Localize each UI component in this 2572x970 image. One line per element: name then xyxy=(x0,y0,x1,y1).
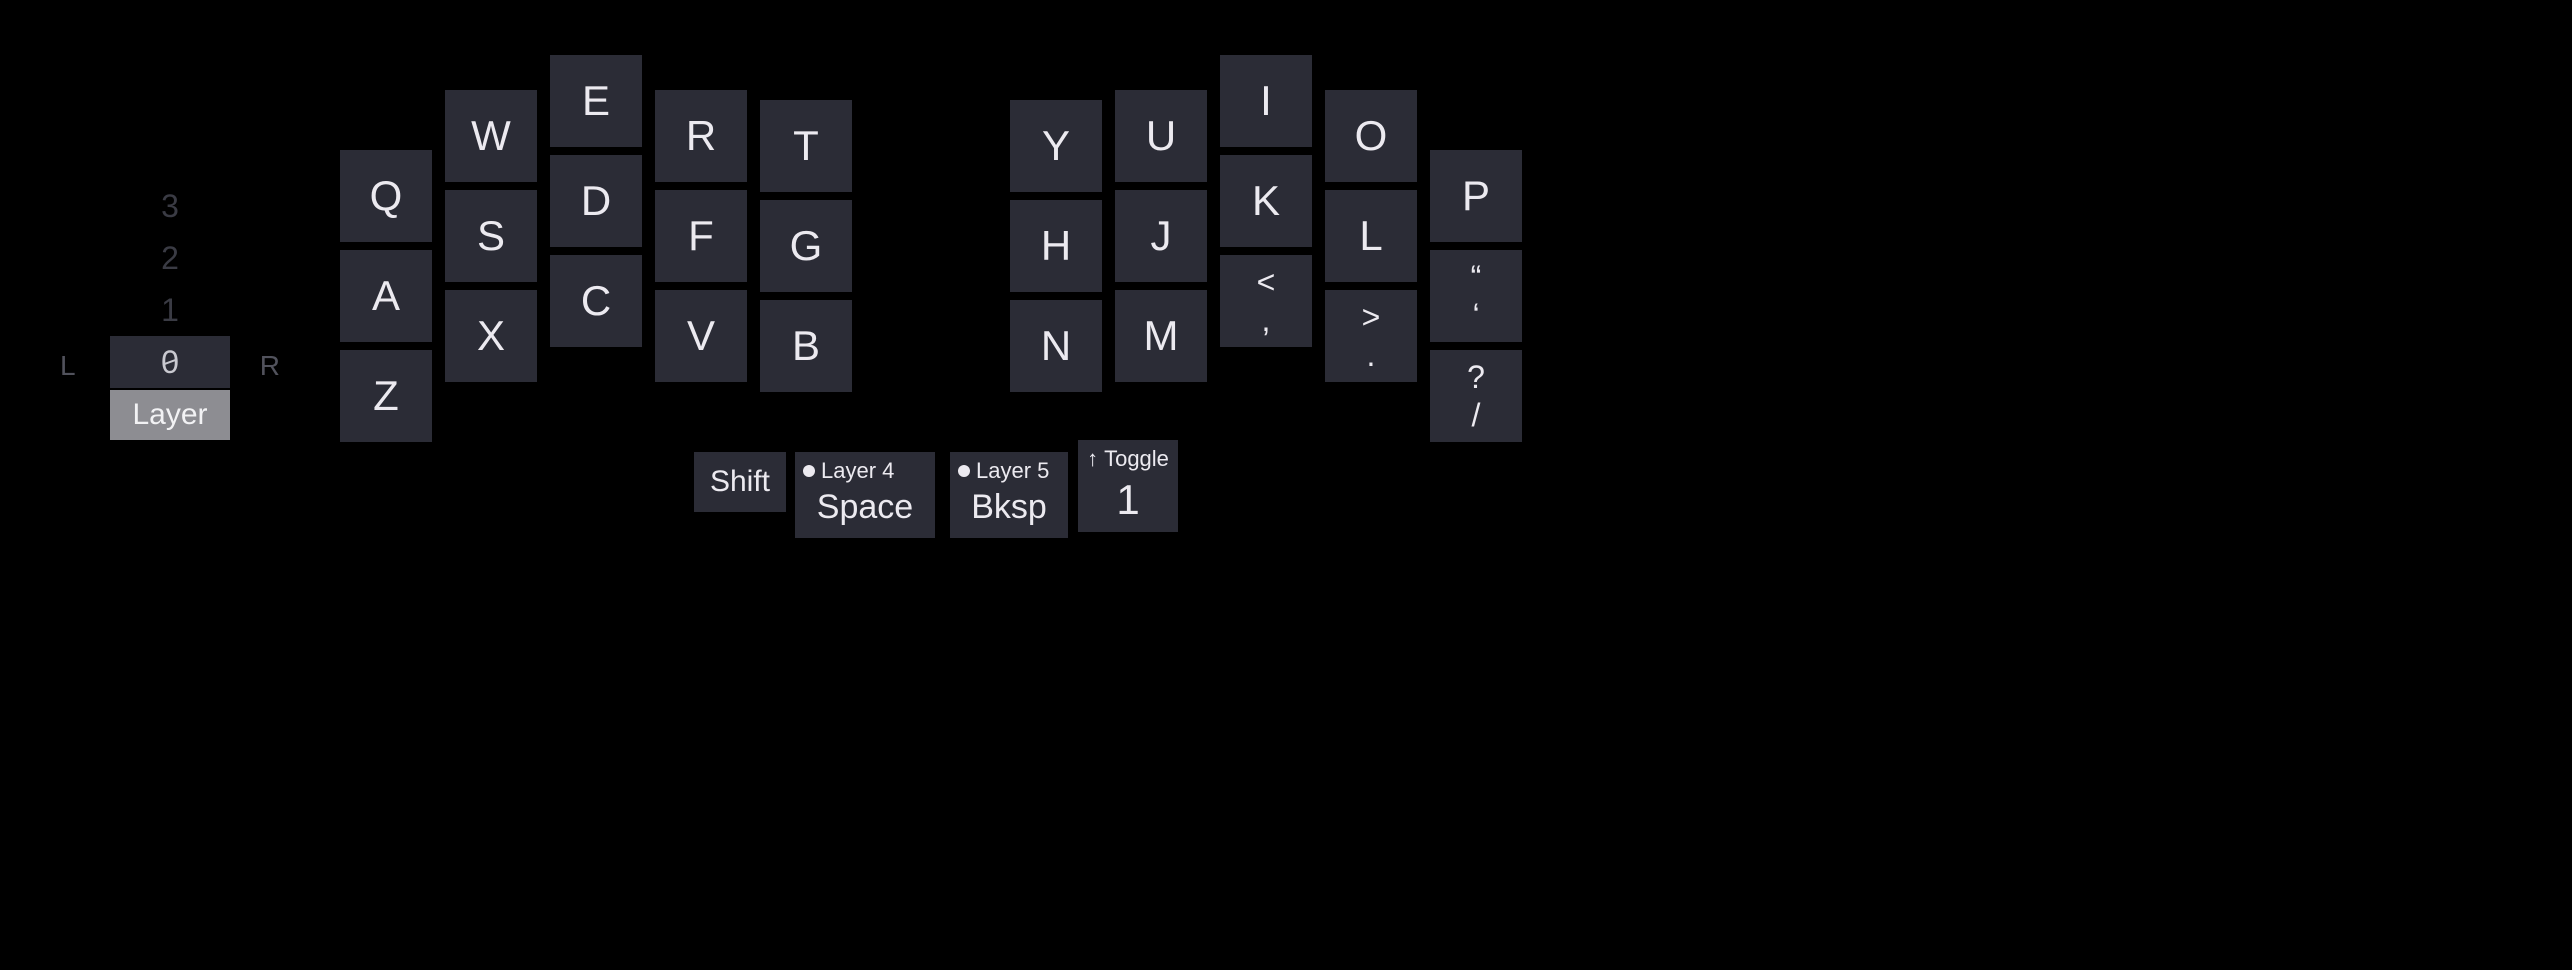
key-z[interactable]: Z xyxy=(340,350,432,442)
key-k[interactable]: K xyxy=(1220,155,1312,247)
key-w[interactable]: W xyxy=(445,90,537,182)
layer-3[interactable]: 3 xyxy=(110,180,230,232)
key-y[interactable]: Y xyxy=(1010,100,1102,192)
key-shift[interactable]: Shift xyxy=(694,452,786,512)
key-o[interactable]: O xyxy=(1325,90,1417,182)
key-g[interactable]: G xyxy=(760,200,852,292)
key-toggle-layer-1[interactable]: ↑ Toggle 1 xyxy=(1078,440,1178,532)
key-backspace-label: Bksp xyxy=(950,484,1068,537)
key-l[interactable]: L xyxy=(1325,190,1417,282)
key-period[interactable]: > . xyxy=(1325,290,1417,382)
layer-2[interactable]: 2 xyxy=(110,232,230,284)
key-quote-shift: “ xyxy=(1471,261,1482,293)
keyboard-layout: 3 2 1 0 Layer L R Q A Z W S X E D C R F … xyxy=(0,0,2572,970)
key-slash[interactable]: ? / xyxy=(1430,350,1522,442)
key-comma-shift: < xyxy=(1257,266,1276,298)
arrow-up-icon: ↑ xyxy=(1087,446,1098,472)
key-q[interactable]: Q xyxy=(340,150,432,242)
hold-dot-icon xyxy=(958,465,970,477)
key-r[interactable]: R xyxy=(655,90,747,182)
key-period-shift: > xyxy=(1362,301,1381,333)
key-backspace-top: Layer 5 xyxy=(950,452,1068,484)
key-b[interactable]: B xyxy=(760,300,852,392)
key-v[interactable]: V xyxy=(655,290,747,382)
hold-dot-icon xyxy=(803,465,815,477)
key-i[interactable]: I xyxy=(1220,55,1312,147)
right-hand-label: R xyxy=(260,350,280,382)
layer-label: Layer xyxy=(110,390,230,440)
key-space-label: Space xyxy=(795,484,935,537)
key-slash-base: / xyxy=(1472,399,1481,431)
key-n[interactable]: N xyxy=(1010,300,1102,392)
key-s[interactable]: S xyxy=(445,190,537,282)
key-comma[interactable]: < , xyxy=(1220,255,1312,347)
key-toggle-label: Toggle xyxy=(1104,446,1169,472)
key-m[interactable]: M xyxy=(1115,290,1207,382)
key-period-base: . xyxy=(1367,339,1376,371)
key-backspace-layer-label: Layer 5 xyxy=(976,458,1049,484)
key-quote[interactable]: “ ‘ xyxy=(1430,250,1522,342)
key-quote-base: ‘ xyxy=(1472,299,1479,331)
key-space[interactable]: Layer 4 Space xyxy=(795,452,935,538)
layer-0[interactable]: 0 xyxy=(110,336,230,388)
key-space-layer-label: Layer 4 xyxy=(821,458,894,484)
left-hand-label: L xyxy=(60,350,76,382)
key-backspace[interactable]: Layer 5 Bksp xyxy=(950,452,1068,538)
key-x[interactable]: X xyxy=(445,290,537,382)
key-t[interactable]: T xyxy=(760,100,852,192)
key-toggle-top: ↑ Toggle xyxy=(1078,440,1178,472)
key-f[interactable]: F xyxy=(655,190,747,282)
key-a[interactable]: A xyxy=(340,250,432,342)
layer-1[interactable]: 1 xyxy=(110,284,230,336)
key-p[interactable]: P xyxy=(1430,150,1522,242)
key-slash-shift: ? xyxy=(1467,361,1485,393)
key-h[interactable]: H xyxy=(1010,200,1102,292)
key-comma-base: , xyxy=(1262,304,1271,336)
key-space-top: Layer 4 xyxy=(795,452,935,484)
key-e[interactable]: E xyxy=(550,55,642,147)
key-c[interactable]: C xyxy=(550,255,642,347)
layer-selector: 3 2 1 0 Layer L R xyxy=(110,180,230,440)
key-d[interactable]: D xyxy=(550,155,642,247)
key-u[interactable]: U xyxy=(1115,90,1207,182)
key-toggle-value: 1 xyxy=(1078,472,1178,534)
key-j[interactable]: J xyxy=(1115,190,1207,282)
